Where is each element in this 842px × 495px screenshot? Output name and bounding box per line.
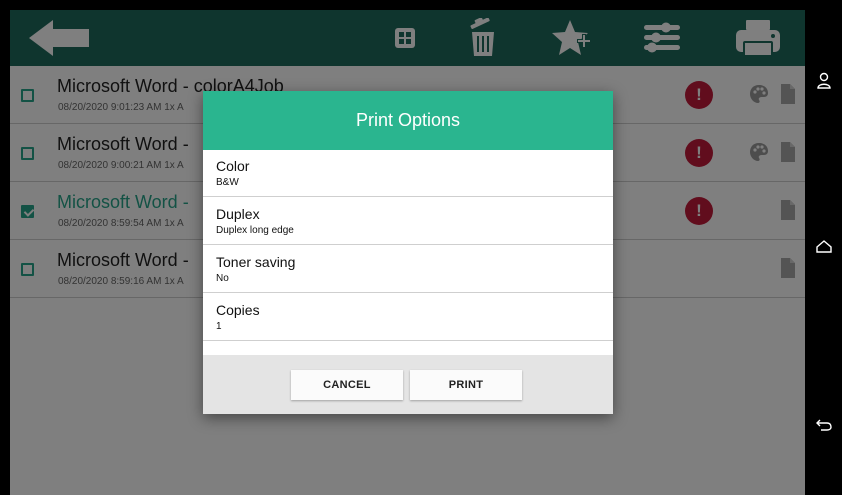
print-options-dialog: Print Options Color B&W Duplex Duplex lo… xyxy=(203,91,613,414)
option-toner-saving[interactable]: Toner saving No xyxy=(203,246,613,293)
option-label: Toner saving xyxy=(216,254,296,270)
option-value: Duplex long edge xyxy=(216,225,294,236)
dialog-header: Print Options xyxy=(203,91,613,150)
cancel-button[interactable]: CANCEL xyxy=(291,370,403,400)
option-copies[interactable]: Copies 1 xyxy=(203,294,613,341)
back-icon[interactable] xyxy=(816,418,832,437)
option-value: 1 xyxy=(216,321,222,332)
option-duplex[interactable]: Duplex Duplex long edge xyxy=(203,198,613,245)
system-nav-bar xyxy=(805,0,842,495)
option-color[interactable]: Color B&W xyxy=(203,150,613,197)
option-label: Duplex xyxy=(216,206,260,222)
user-icon[interactable] xyxy=(816,72,832,95)
option-label: Copies xyxy=(216,302,260,318)
device-screen: Microsoft Word - colorA4Job 08/20/2020 9… xyxy=(0,0,842,495)
home-icon[interactable] xyxy=(816,240,832,259)
print-app: Microsoft Word - colorA4Job 08/20/2020 9… xyxy=(10,10,805,495)
option-value: B&W xyxy=(216,177,239,188)
option-value: No xyxy=(216,273,229,284)
option-label: Color xyxy=(216,158,250,174)
dialog-title: Print Options xyxy=(355,110,461,130)
dialog-footer: CANCEL PRINT xyxy=(203,355,613,414)
print-button[interactable]: PRINT xyxy=(410,370,522,400)
